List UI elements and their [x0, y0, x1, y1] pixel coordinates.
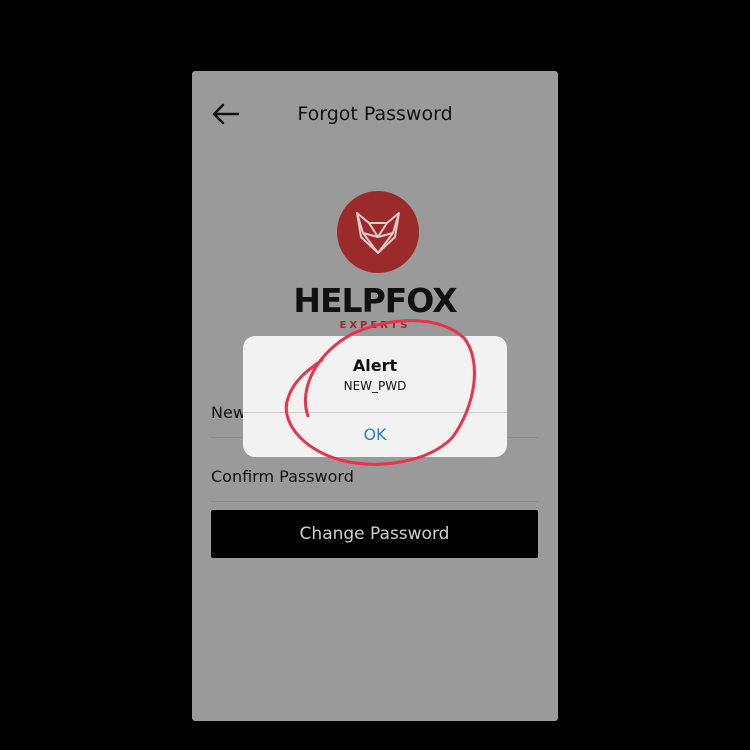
confirm-password-label: Confirm Password	[211, 467, 354, 486]
change-password-button[interactable]: Change Password	[211, 510, 538, 558]
alert-ok-button[interactable]: OK	[243, 413, 507, 457]
confirm-password-field[interactable]: Confirm Password	[211, 457, 538, 502]
page-title: Forgot Password	[297, 103, 453, 125]
fox-head-icon	[356, 212, 400, 254]
brand-name: HELPFOX	[293, 281, 457, 320]
header: Forgot Password	[192, 71, 558, 159]
logo	[337, 191, 419, 273]
alert-message: NEW_PWD	[343, 379, 407, 393]
new-password-label: New	[211, 403, 246, 422]
brand-subtitle: EXPERTS	[339, 320, 411, 331]
alert-dialog: Alert NEW_PWD OK	[243, 336, 507, 457]
alert-title: Alert	[352, 356, 398, 375]
